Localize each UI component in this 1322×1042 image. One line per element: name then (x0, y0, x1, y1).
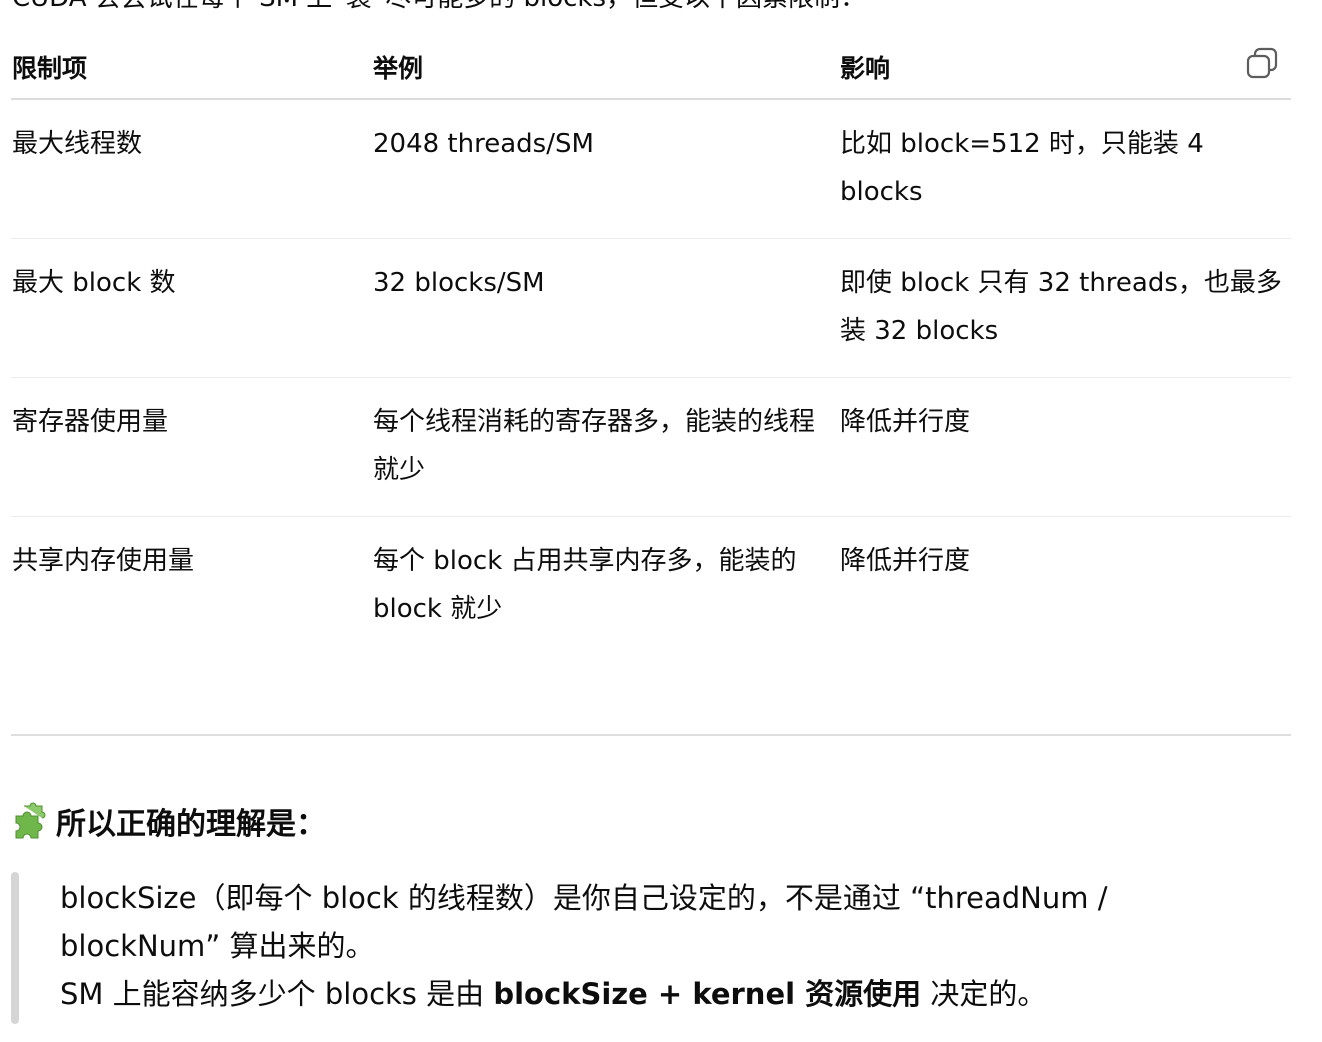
blockquote-bar (11, 872, 19, 1024)
quote-line: blockNum” 算出来的。 (60, 929, 375, 963)
table-cell: 比如 block=512 时，只能装 4 blocks (839, 99, 1291, 239)
table-cell: 降低并行度 (840, 546, 971, 576)
quote-line: SM 上能容纳多少个 blocks 是由 blockSize + kernel … (60, 970, 1107, 1018)
table-cell: 寄存器使用量 (11, 377, 372, 517)
table-row: 共享内存使用量 每个 block 占用共享内存多，能装的 block 就少 降低… (11, 517, 1291, 656)
copy-table-button[interactable] (1244, 46, 1280, 82)
header-impact: 影响 (839, 36, 1291, 100)
quote-text: SM 上能容纳多少个 blocks 是由 (60, 977, 494, 1011)
header-limit: 限制项 (11, 36, 372, 100)
section-heading: 所以正确的理解是： (10, 796, 326, 846)
limits-table: 限制项 举例 影响 最大线程数 2048 threads/SM 比如 block… (11, 36, 1291, 655)
table-cell: 最大线程数 (11, 99, 372, 239)
table-cell: 32 blocks/SM (372, 238, 839, 378)
limits-table-container: 限制项 举例 影响 最大线程数 2048 threads/SM 比如 block… (11, 36, 1291, 655)
table-cell: 降低并行度 (839, 377, 1291, 517)
table-row: 最大线程数 2048 threads/SM 比如 block=512 时，只能装… (11, 99, 1291, 239)
copy-icon (1246, 47, 1278, 79)
section-heading-text: 所以正确的理解是： (56, 807, 326, 842)
quote-line: blockSize（即每个 block 的线程数）是你自己设定的，不是通过 “t… (60, 881, 1108, 915)
table-cell: 即使 block 只有 32 threads，也最多装 32 blocks (839, 238, 1291, 378)
intro-text: CUDA 会尝试在每个 SM 上“装”尽可能多的 blocks，但受以下因素限制… (12, 0, 866, 18)
header-example: 举例 (372, 36, 839, 100)
table-cell: 2048 threads/SM (372, 99, 839, 239)
table-cell: 每个线程消耗的寄存器多，能装的线程就少 (372, 377, 839, 517)
section-divider (11, 734, 1291, 736)
table-header-row: 限制项 举例 影响 (11, 36, 1291, 100)
quote-text: 决定的。 (921, 977, 1047, 1011)
blockquote: blockSize（即每个 block 的线程数）是你自己设定的，不是通过 “t… (11, 872, 1291, 1024)
table-cell: 最大 block 数 (11, 238, 372, 378)
puzzle-piece-icon (10, 802, 48, 840)
blockquote-text: blockSize（即每个 block 的线程数）是你自己设定的，不是通过 “t… (60, 874, 1107, 1018)
table-cell: 每个 block 占用共享内存多，能装的 block 就少 (373, 546, 797, 624)
table-row: 最大 block 数 32 blocks/SM 即使 block 只有 32 t… (11, 238, 1291, 378)
table-cell: 共享内存使用量 (12, 546, 195, 576)
table-row: 寄存器使用量 每个线程消耗的寄存器多，能装的线程就少 降低并行度 (11, 377, 1291, 517)
quote-bold-text: blockSize + kernel 资源使用 (493, 977, 922, 1011)
